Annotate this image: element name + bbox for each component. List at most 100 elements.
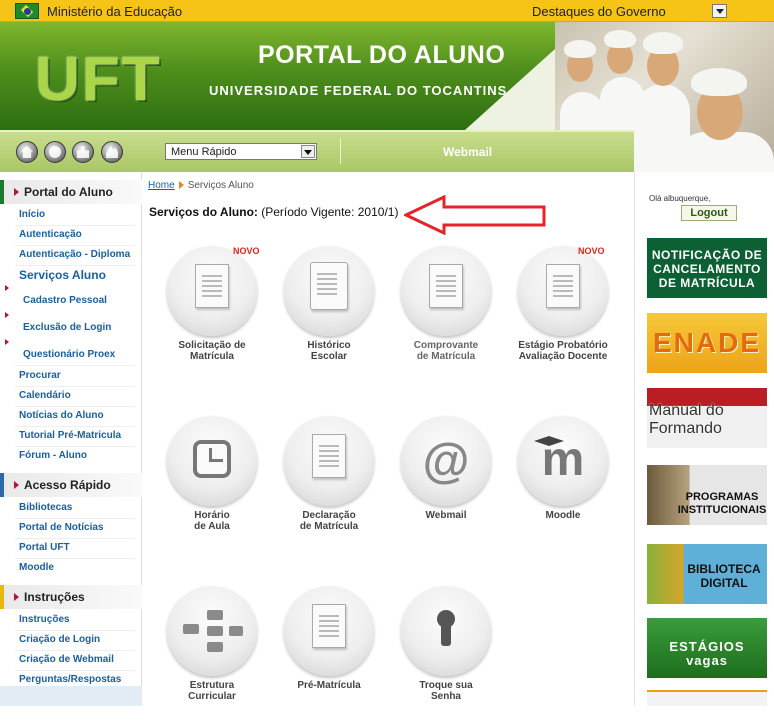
webmail-link[interactable]: Webmail — [443, 145, 492, 159]
sidebar-item-bibliotecas[interactable]: Bibliotecas — [19, 502, 72, 513]
sidebar-item-autenticacao[interactable]: Autenticação — [19, 229, 82, 240]
uft-logo[interactable]: UFT — [35, 44, 162, 115]
sidebar-item-autenticacao-diploma[interactable]: Autenticação - Diploma — [19, 249, 130, 260]
portal-title: PORTAL DO ALUNO — [258, 41, 506, 69]
banner-estagios-vagas[interactable]: ESTÁGIOS vagas — [647, 618, 767, 678]
red-arrow-annotation — [404, 195, 546, 235]
divider — [15, 630, 135, 631]
tile-webmail[interactable]: @ Webmail — [379, 416, 497, 556]
divider — [15, 406, 135, 407]
page-title-label: Serviços do Aluno: — [149, 205, 258, 219]
sidebar-item-portal-noticias[interactable]: Portal de Notícias — [19, 522, 103, 533]
new-badge: NOVO — [233, 246, 260, 256]
at-sign-icon: @ — [401, 416, 491, 506]
chevron-down-icon[interactable] — [301, 145, 315, 158]
right-column: Olá albuquerque, Logout NOTIFICAÇÃO DE C… — [634, 172, 774, 706]
section-arrow-icon — [14, 481, 19, 489]
keyhole-icon — [401, 586, 491, 676]
sitemap-icon[interactable] — [72, 141, 94, 163]
sidebar-footer — [0, 686, 142, 706]
ministry-link[interactable]: Ministério da Educação — [47, 4, 182, 19]
submenu-arrow-icon — [5, 312, 9, 318]
sidebar-item-calendario[interactable]: Calendário — [19, 390, 71, 401]
logout-button[interactable]: Logout — [681, 205, 737, 221]
section-title: Portal do Aluno — [24, 185, 113, 199]
sidebar-item-servicos-aluno[interactable]: Serviços Aluno — [19, 268, 106, 282]
tile-label: Histórico Escolar — [307, 340, 351, 362]
banner-partial[interactable] — [647, 690, 767, 706]
sidebar-item-questionario-proex[interactable]: Questionário Proex — [23, 349, 115, 360]
sidebar-item-forum-aluno[interactable]: Fórum - Aluno — [19, 450, 87, 461]
sidebar-item-tutorial-pre-matricula[interactable]: Tutorial Pré-Matricula — [19, 430, 121, 441]
quick-menu-value: Menu Rápido — [171, 146, 237, 158]
destaques-dropdown-button[interactable] — [712, 4, 727, 18]
tile-label: Horário de Aula — [194, 510, 230, 532]
destaques-label: Destaques do Governo — [532, 4, 666, 19]
sidebar-item-cadastro-pessoal[interactable]: Cadastro Pessoal — [23, 295, 107, 306]
user-greeting: Olá albuquerque, — [649, 194, 711, 203]
divider — [15, 426, 135, 427]
sidebar-item-instrucoes[interactable]: Instruções — [19, 614, 70, 625]
tile-declaracao-matricula[interactable]: Declaração de Matrícula — [262, 416, 380, 556]
banner-manual-formando[interactable]: Manual do Formando — [647, 388, 767, 448]
divider — [15, 558, 135, 559]
left-sidebar: Portal do Aluno Início Autenticação Aute… — [0, 172, 142, 706]
tile-estrutura-curricular[interactable]: Estrutura Curricular — [145, 586, 263, 726]
section-instrucoes: Instruções — [0, 585, 142, 609]
sidebar-item-criacao-webmail[interactable]: Criação de Webmail — [19, 654, 114, 665]
main-content: Home Serviços Aluno Serviços do Aluno: (P… — [142, 172, 634, 706]
sidebar-item-perguntas-respostas[interactable]: Perguntas/Respostas — [19, 674, 121, 685]
banner-enade[interactable]: ENADE — [647, 313, 767, 373]
banner-notificacao-cancelamento[interactable]: NOTIFICAÇÃO DE CANCELAMENTO DE MATRÍCULA — [647, 238, 767, 298]
breadcrumb-current: Serviços Aluno — [187, 180, 254, 191]
tile-label: Moodle — [545, 510, 581, 521]
tile-label: Comprovante de Matrícula — [413, 340, 479, 362]
tile-horario-aula[interactable]: Horário de Aula — [145, 416, 263, 556]
new-badge: NOVO — [578, 246, 605, 256]
breadcrumb-home[interactable]: Home — [148, 180, 175, 191]
sidebar-item-inicio[interactable]: Início — [19, 209, 45, 220]
clock-icon — [167, 416, 257, 506]
banner-biblioteca-digital[interactable]: BIBLIOTECA DIGITAL — [647, 544, 767, 604]
banner-programas-institucionais[interactable]: PROGRAMAS INSTITUCIONAIS — [647, 465, 767, 525]
page-title: Serviços do Aluno: (Período Vigente: 201… — [149, 205, 398, 219]
moodle-icon: m — [518, 416, 608, 506]
submenu-arrow-icon — [5, 285, 9, 291]
divider — [15, 538, 135, 539]
divider — [15, 650, 135, 651]
section-portal-do-aluno: Portal do Aluno — [0, 180, 142, 204]
tile-estagio-probatorio[interactable]: NOVO Estágio Probatório Avaliação Docente — [496, 246, 614, 386]
sidebar-item-exclusao-login[interactable]: Exclusão de Login — [23, 322, 111, 333]
tile-label: Webmail — [425, 510, 467, 521]
globe-icon[interactable] — [44, 141, 66, 163]
section-arrow-icon — [14, 188, 19, 196]
government-bar: Ministério da Educação Destaques do Gove… — [0, 0, 774, 22]
home-icon[interactable] — [16, 141, 38, 163]
tile-moodle[interactable]: m Moodle — [496, 416, 614, 556]
divider — [15, 446, 135, 447]
sidebar-item-criacao-login[interactable]: Criação de Login — [19, 634, 100, 645]
sidebar-item-procurar[interactable]: Procurar — [19, 370, 61, 381]
nav-divider — [340, 138, 341, 164]
sidebar-item-moodle[interactable]: Moodle — [19, 562, 54, 573]
divider — [15, 245, 135, 246]
sidebar-item-noticias-aluno[interactable]: Notícias do Aluno — [19, 410, 104, 421]
sidebar-item-portal-uft[interactable]: Portal UFT — [19, 542, 70, 553]
tile-label: Estrutura Curricular — [188, 680, 236, 702]
tile-solicitacao-matricula[interactable]: NOVO Solicitação de Matrícula — [145, 246, 263, 386]
quick-menu-select[interactable]: Menu Rápido — [165, 143, 317, 160]
tile-pre-matricula[interactable]: Pré-Matrícula — [262, 586, 380, 726]
tile-historico-escolar[interactable]: Histórico Escolar — [262, 246, 380, 386]
tile-label: Declaração de Matrícula — [299, 510, 359, 532]
divider — [15, 386, 135, 387]
divider — [15, 225, 135, 226]
navigation-bar: Menu Rápido Webmail — [0, 130, 634, 172]
section-title: Instruções — [24, 590, 85, 604]
document-icon — [284, 416, 374, 506]
tile-troque-senha[interactable]: Troque sua Senha — [379, 586, 497, 726]
submenu-arrow-icon — [5, 339, 9, 345]
tile-comprovante-matricula[interactable]: Comprovante de Matrícula — [379, 246, 497, 386]
users-icon[interactable] — [101, 141, 123, 163]
flowchart-icon — [167, 586, 257, 676]
section-arrow-icon — [14, 593, 19, 601]
